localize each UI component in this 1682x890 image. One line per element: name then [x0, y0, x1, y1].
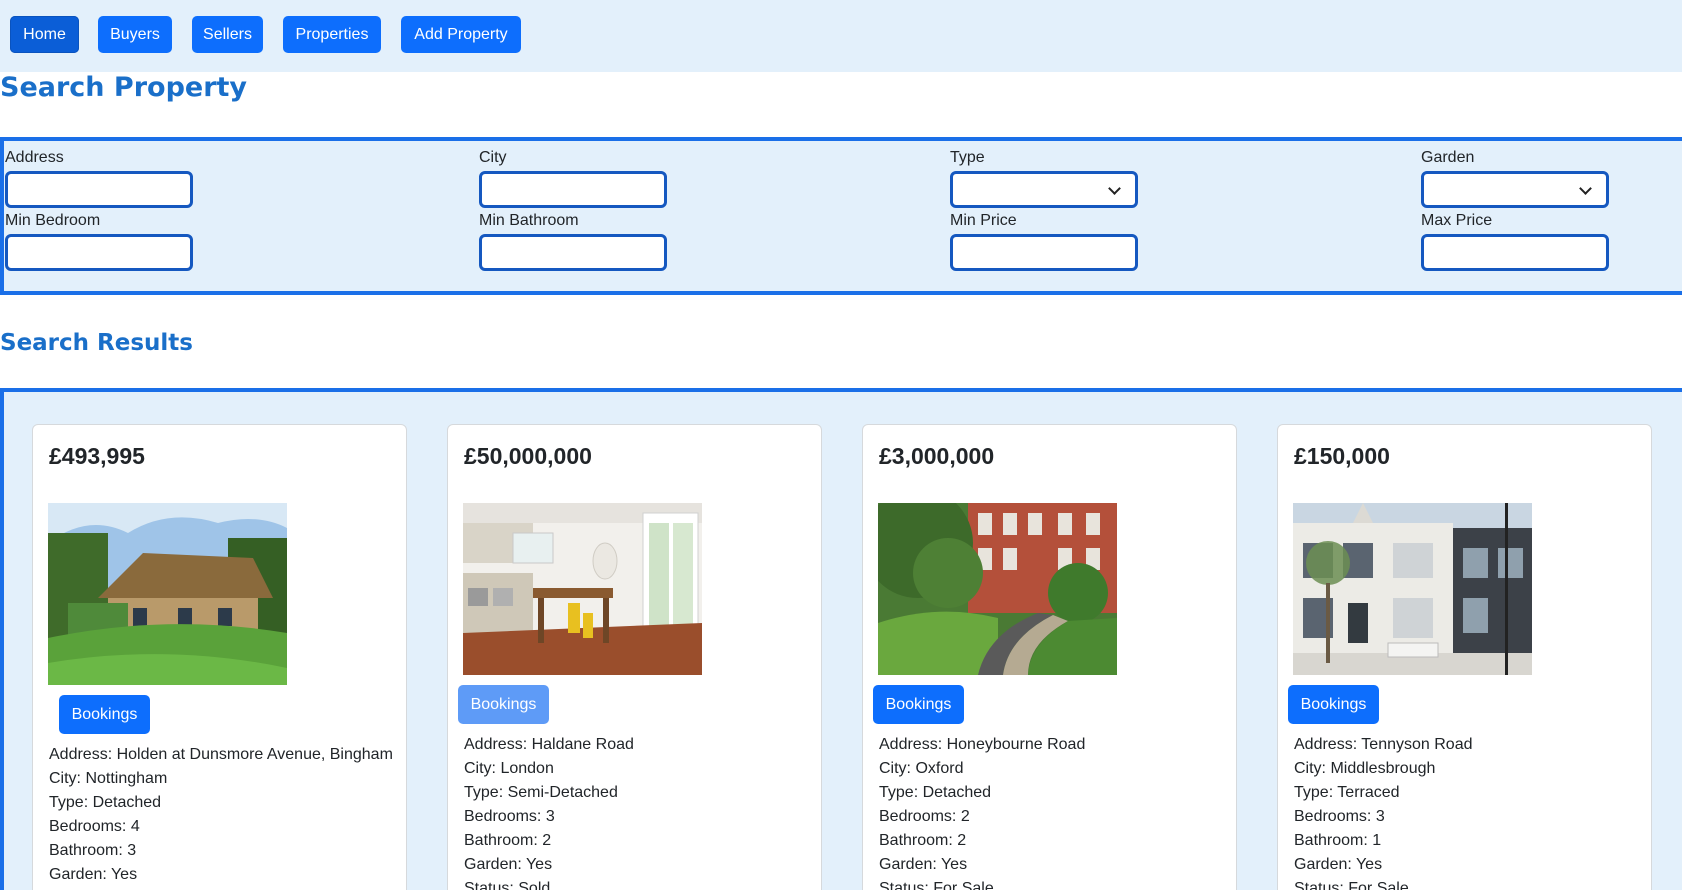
property-details: Address: Honeybourne Road City: Oxford T…	[879, 733, 1085, 890]
property-type: Type: Detached	[879, 784, 992, 801]
property-bathroom: Bathroom: 3	[49, 842, 137, 859]
property-address: Address: Holden at Dunsmore Avenue, Bing…	[49, 746, 393, 763]
property-card: £3,000,000 Bookings Address: Honeybourne…	[862, 424, 1237, 890]
address-input[interactable]	[5, 171, 193, 208]
min-bathroom-label: Min Bathroom	[479, 212, 579, 229]
property-details: Address: Haldane Road City: London Type:…	[464, 733, 634, 890]
property-card: £50,000,000 Bookings Address: Haldane Ro…	[447, 424, 822, 890]
property-details: Address: Tennyson Road City: Middlesbrou…	[1294, 733, 1472, 890]
bookings-button[interactable]: Bookings	[59, 695, 150, 734]
property-type: Type: Detached	[49, 794, 162, 811]
property-garden: Garden: Yes	[49, 866, 138, 883]
property-address: Address: Tennyson Road	[1294, 736, 1473, 753]
address-label: Address	[5, 149, 64, 166]
property-photo	[48, 503, 287, 685]
type-select[interactable]	[950, 171, 1138, 208]
max-price-label: Max Price	[1421, 212, 1493, 229]
city-input[interactable]	[479, 171, 667, 208]
property-garden: Garden: Yes	[879, 856, 968, 873]
property-details: Address: Holden at Dunsmore Avenue, Bing…	[49, 743, 393, 887]
search-results-title: Search Results	[0, 330, 193, 356]
bookings-button[interactable]: Bookings	[873, 685, 964, 724]
property-city: City: Oxford	[879, 760, 964, 777]
property-garden: Garden: Yes	[1294, 856, 1383, 873]
nav-sellers-button[interactable]: Sellers	[192, 16, 263, 53]
property-photo	[878, 503, 1117, 675]
garden-select[interactable]	[1421, 171, 1609, 208]
nav-buyers-button[interactable]: Buyers	[98, 16, 172, 53]
city-label: City	[479, 149, 507, 166]
property-bedrooms: Bedrooms: 2	[879, 808, 970, 825]
property-price: £150,000	[1294, 443, 1390, 469]
search-form-panel: Address City Type Garden Min Bedroom Min…	[0, 137, 1682, 295]
min-bathroom-input[interactable]	[479, 234, 667, 271]
min-price-input[interactable]	[950, 234, 1138, 271]
property-bedrooms: Bedrooms: 4	[49, 818, 140, 835]
search-results-panel: £493,995 Bookings Address: Holden at Dun…	[0, 388, 1682, 890]
property-type: Type: Terraced	[1294, 784, 1400, 801]
property-price: £3,000,000	[879, 443, 995, 469]
property-price: £50,000,000	[464, 443, 592, 469]
property-status: Status: For Sale	[1294, 880, 1409, 890]
type-label: Type	[950, 149, 985, 166]
property-type: Type: Semi-Detached	[464, 784, 618, 801]
property-city: City: London	[464, 760, 554, 777]
min-bedroom-label: Min Bedroom	[5, 212, 101, 229]
bookings-button[interactable]: Bookings	[458, 685, 549, 724]
property-bedrooms: Bedrooms: 3	[1294, 808, 1385, 825]
property-address: Address: Haldane Road	[464, 736, 634, 753]
nav-home-button[interactable]: Home	[10, 16, 79, 53]
property-photo	[463, 503, 702, 675]
property-status: Status: For Sale	[879, 880, 994, 890]
nav-properties-button[interactable]: Properties	[283, 16, 381, 53]
min-price-label: Min Price	[950, 212, 1017, 229]
min-bedroom-input[interactable]	[5, 234, 193, 271]
top-navbar: Home Buyers Sellers Properties Add Prope…	[0, 0, 1682, 72]
property-bathroom: Bathroom: 1	[1294, 832, 1382, 849]
property-card: £493,995 Bookings Address: Holden at Dun…	[32, 424, 407, 890]
property-photo	[1293, 503, 1532, 675]
property-status: Status: Sold	[464, 880, 551, 890]
nav-add-property-button[interactable]: Add Property	[401, 16, 521, 53]
property-price: £493,995	[49, 443, 145, 469]
max-price-input[interactable]	[1421, 234, 1609, 271]
garden-label: Garden	[1421, 149, 1475, 166]
property-card: £150,000 Bookings Address: Tennyson Road…	[1277, 424, 1652, 890]
property-bathroom: Bathroom: 2	[879, 832, 967, 849]
property-bathroom: Bathroom: 2	[464, 832, 552, 849]
property-address: Address: Honeybourne Road	[879, 736, 1086, 753]
property-city: City: Nottingham	[49, 770, 168, 787]
property-garden: Garden: Yes	[464, 856, 553, 873]
property-bedrooms: Bedrooms: 3	[464, 808, 555, 825]
search-property-title: Search Property	[0, 72, 248, 103]
property-city: City: Middlesbrough	[1294, 760, 1436, 777]
bookings-button[interactable]: Bookings	[1288, 685, 1379, 724]
